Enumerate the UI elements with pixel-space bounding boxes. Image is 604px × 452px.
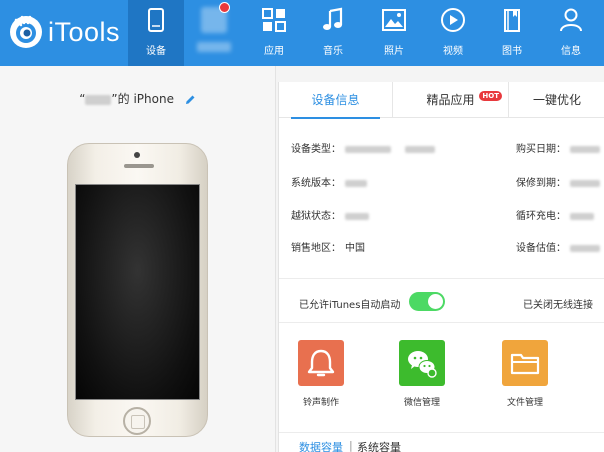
divider <box>279 278 604 279</box>
region-row: 销售地区： 中国 <box>291 239 365 254</box>
device-info-panel: 设备信息 精品应用 HOT 一键优化 设备类型： 系统版本： 越狱状态： 销售地… <box>278 82 604 452</box>
capacity-divider: | <box>349 439 353 452</box>
device-owner-redacted <box>85 94 112 105</box>
nav-apps[interactable]: 应用 <box>246 0 302 66</box>
os-version-value <box>345 179 367 187</box>
jailbreak-value <box>345 212 369 220</box>
notification-badge <box>219 2 230 13</box>
jailbreak-label: 越狱状态： <box>291 211 341 222</box>
warranty-row: 保修到期： <box>516 174 600 189</box>
warranty-label: 保修到期： <box>516 178 566 189</box>
device-name-suffix: ”的 iPhone <box>111 92 174 106</box>
device-name: “”的 iPhone <box>0 90 275 107</box>
top-toolbar: iTools 设备 应用 音乐 照片 视频 图书 信息 <box>0 0 604 66</box>
purchase-date-value <box>570 145 600 153</box>
bell-icon <box>298 340 344 386</box>
wechat-icon <box>399 340 445 386</box>
warranty-value <box>570 179 600 187</box>
nav-photos-label: 照片 <box>384 46 404 57</box>
nav-music-label: 音乐 <box>323 46 343 57</box>
ringtone-maker-tool[interactable]: 铃声制作 <box>291 340 351 408</box>
phone-home-button <box>123 407 151 435</box>
file-manager-tool[interactable]: 文件管理 <box>495 340 555 408</box>
charge-cycles-row: 循环充电： <box>516 207 594 222</box>
file-manager-label: 文件管理 <box>506 398 543 408</box>
valuation-label: 设备估值： <box>516 243 566 254</box>
nav-device-label: 设备 <box>146 46 166 57</box>
hot-badge: HOT <box>479 91 502 101</box>
toggle-knob <box>428 294 443 309</box>
region-value: 中国 <box>345 243 365 254</box>
phone-screen <box>75 184 200 400</box>
device-type-row: 设备类型： <box>291 140 435 155</box>
nav-info-label: 信息 <box>561 46 581 57</box>
app-name: iTools <box>48 16 121 47</box>
apps-grid-icon <box>262 8 286 32</box>
wireless-connection-status[interactable]: 已关闭无线连接 <box>523 296 593 311</box>
charge-cycles-value <box>570 212 594 220</box>
tab-one-click-optimize[interactable]: 一键优化 <box>509 82 604 118</box>
region-label: 销售地区： <box>291 243 341 254</box>
divider <box>279 322 604 323</box>
device-type-value-2 <box>405 145 435 153</box>
itunes-autostart-label: 已允许iTunes自动启动 <box>299 300 401 311</box>
tab-device-info-label: 设备信息 <box>311 93 360 107</box>
photo-icon <box>382 9 406 31</box>
nav-music[interactable]: 音乐 <box>305 0 361 66</box>
itools-logo: iTools <box>8 12 120 52</box>
phone-camera <box>134 152 140 158</box>
nav-blurred-label <box>186 42 242 55</box>
book-icon <box>504 9 520 32</box>
jailbreak-row: 越狱状态： <box>291 207 369 222</box>
itunes-autostart-row: 已允许iTunes自动启动 已关闭无线连接 <box>279 282 604 322</box>
device-info-grid: 设备类型： 系统版本： 越狱状态： 销售地区： 中国 购买日期： 保修到期： 循环… <box>279 118 604 278</box>
purchase-date-label: 购买日期： <box>516 144 566 155</box>
nav-video-label: 视频 <box>443 46 463 57</box>
nav-video[interactable]: 视频 <box>425 0 481 66</box>
device-type-label: 设备类型： <box>291 144 341 155</box>
wechat-glyph <box>408 351 437 378</box>
device-panel: “”的 iPhone <box>0 66 276 452</box>
itunes-autostart-toggle[interactable] <box>409 292 445 311</box>
folder-icon <box>502 340 548 386</box>
valuation-value <box>570 244 600 252</box>
itools-logo-icon <box>10 15 42 48</box>
os-version-row: 系统版本： <box>291 174 367 189</box>
tab-device-info[interactable]: 设备信息 <box>279 82 393 119</box>
os-version-label: 系统版本： <box>291 178 341 189</box>
play-icon <box>441 8 465 32</box>
tab-featured-apps-label: 精品应用 <box>426 93 475 107</box>
tab-featured-apps[interactable]: 精品应用 HOT <box>393 82 509 118</box>
wechat-manager-label: 微信管理 <box>403 398 440 408</box>
tab-one-click-optimize-label: 一键优化 <box>532 93 581 107</box>
phone-speaker <box>124 164 154 168</box>
data-capacity-tab[interactable]: 数据容量 <box>299 439 343 452</box>
tool-shortcuts: 铃声制作 微信管理 文件管理 <box>279 326 604 426</box>
nav-apps-label: 应用 <box>264 46 284 57</box>
charge-cycles-label: 循环充电： <box>516 211 566 222</box>
device-type-value <box>345 145 391 153</box>
nav-books[interactable]: 图书 <box>484 0 540 66</box>
iphone-illustration <box>67 143 208 437</box>
ringtone-maker-label: 铃声制作 <box>302 398 339 408</box>
bell-glyph <box>307 349 335 377</box>
phone-icon <box>148 8 164 32</box>
nav-device[interactable]: 设备 <box>128 0 184 66</box>
nav-books-label: 图书 <box>502 46 522 57</box>
valuation-row: 设备估值： <box>516 239 600 254</box>
user-icon <box>560 8 582 32</box>
system-capacity-tab[interactable]: 系统容量 <box>357 439 401 452</box>
pencil-icon[interactable] <box>184 94 196 106</box>
info-tabs: 设备信息 精品应用 HOT 一键优化 <box>279 82 604 119</box>
nav-info[interactable]: 信息 <box>543 0 599 66</box>
purchase-date-row: 购买日期： <box>516 140 600 155</box>
wechat-manager-tool[interactable]: 微信管理 <box>392 340 452 408</box>
capacity-tabs: 数据容量 | 系统容量 <box>279 432 604 452</box>
nav-blurred[interactable] <box>186 0 242 66</box>
folder-glyph <box>510 353 540 375</box>
nav-photos[interactable]: 照片 <box>366 0 422 66</box>
music-note-icon <box>323 7 343 30</box>
